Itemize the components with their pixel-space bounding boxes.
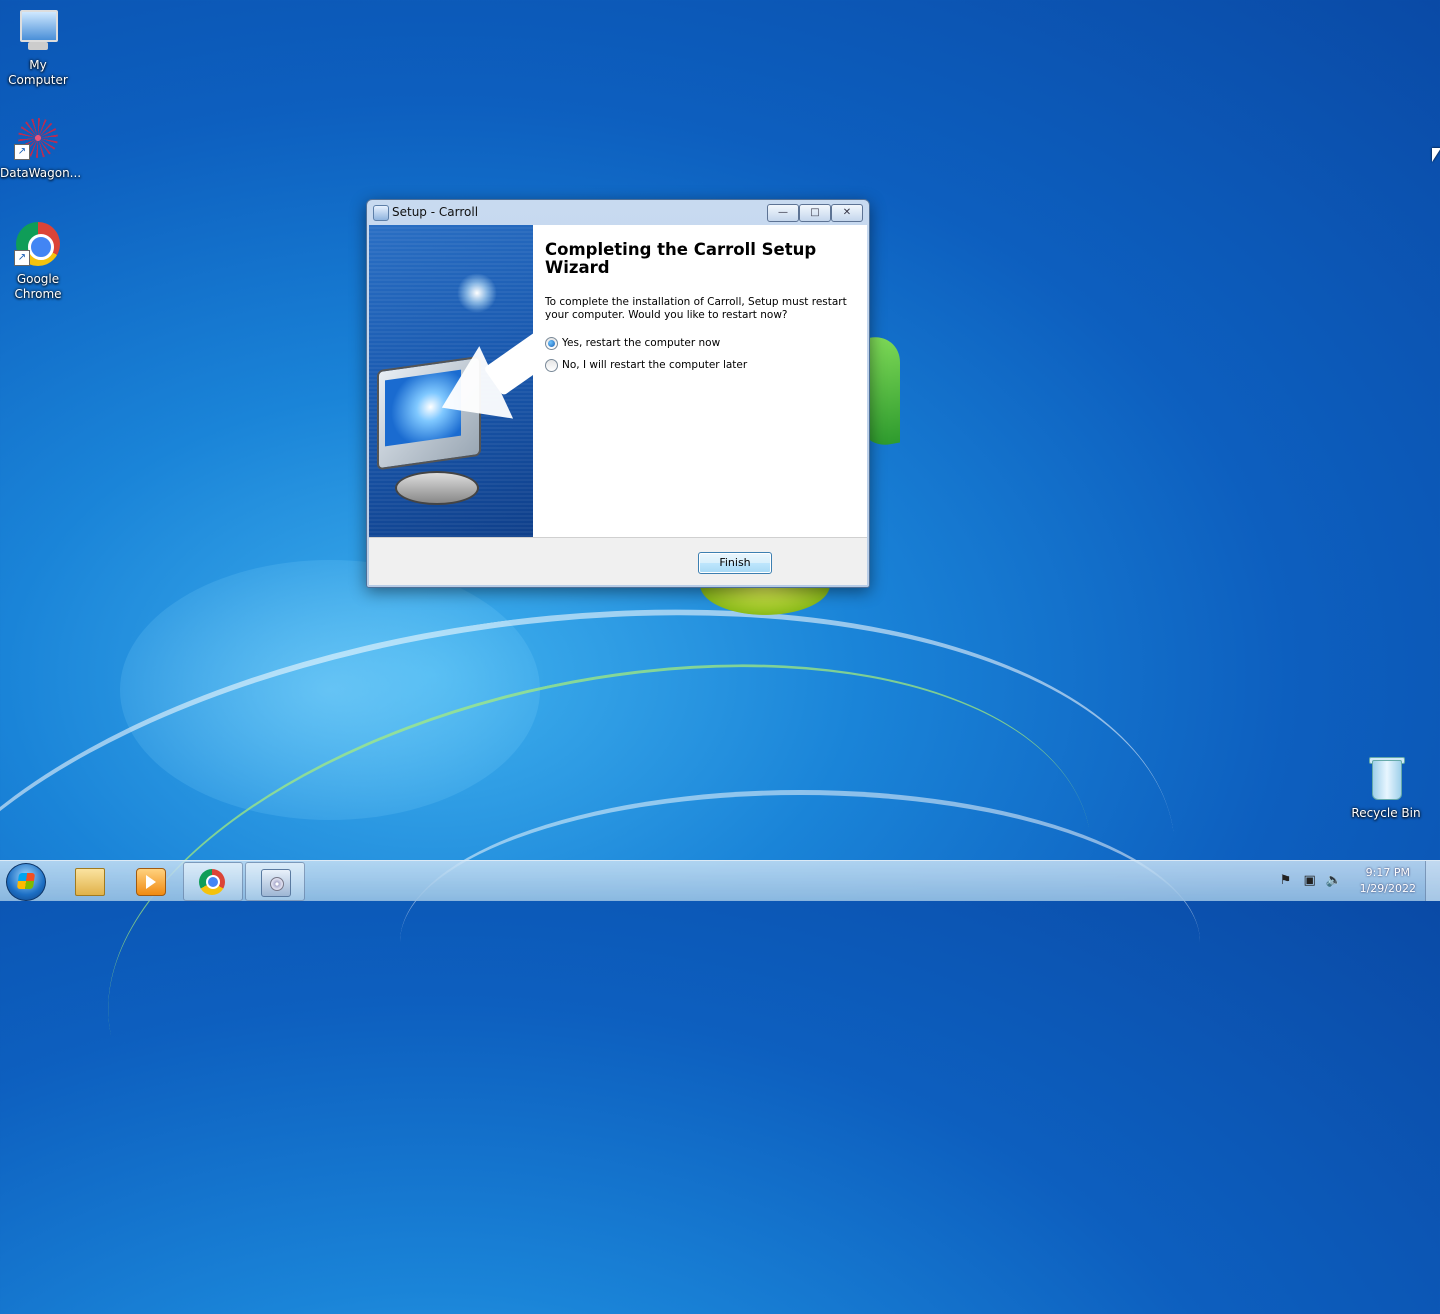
wizard-content-panel: Completing the Carroll Setup Wizard To c…	[533, 225, 867, 537]
wizard-heading: Completing the Carroll Setup Wizard	[545, 240, 817, 277]
desktop-icon-label: Recycle Bin	[1351, 806, 1421, 820]
dialog-client-area: Completing the Carroll Setup Wizard To c…	[369, 225, 867, 585]
desktop-icon-datawagon[interactable]: ↗ DataWagon...	[0, 116, 82, 181]
recycle-bin-icon	[1362, 756, 1410, 804]
close-button[interactable]: ✕	[831, 204, 863, 222]
mouse-cursor-icon	[1432, 148, 1440, 162]
clock-time: 9:17 PM	[1365, 866, 1410, 879]
finish-button[interactable]: Finish	[698, 552, 772, 574]
dialog-title-bar[interactable]: Setup - Carroll — □ ✕	[367, 200, 869, 225]
radio-restart-later[interactable]: No, I will restart the computer later	[545, 357, 747, 373]
radio-button-checked[interactable]	[545, 336, 558, 350]
desktop-icon-my-computer[interactable]: My Computer	[0, 8, 76, 88]
folder-icon	[75, 868, 105, 896]
system-clock[interactable]: 9:17 PM 1/29/2022	[1360, 865, 1416, 897]
media-player-icon	[136, 868, 166, 896]
wallpaper-swoosh-lower	[400, 790, 1200, 1095]
wallpaper-glow	[120, 560, 540, 820]
setup-dialog: Setup - Carroll — □ ✕ Completing the Car…	[366, 199, 870, 588]
datawagon-icon: ↗	[14, 116, 62, 164]
network-icon[interactable]: ▣	[1302, 873, 1318, 889]
clock-date: 1/29/2022	[1359, 882, 1416, 895]
show-desktop-button[interactable]	[1425, 861, 1440, 901]
taskbar-item-windows-explorer[interactable]	[60, 862, 118, 899]
system-tray: ⚑ ▣ 🔈 9:17 PM 1/29/2022	[1274, 861, 1416, 901]
desktop-icon-label: Computer	[8, 73, 68, 87]
shortcut-arrow-icon: ↗	[14, 144, 30, 160]
desktop-icon-label: Google	[16, 272, 60, 286]
taskbar: ⚑ ▣ 🔈 9:17 PM 1/29/2022	[0, 860, 1440, 901]
computer-icon	[14, 8, 62, 56]
desktop-icon-label: Chrome	[14, 287, 62, 301]
desktop-icon-label: DataWagon...	[0, 166, 82, 180]
dialog-title: Setup - Carroll	[392, 205, 479, 219]
action-center-flag-icon[interactable]: ⚑	[1278, 873, 1294, 889]
setup-app-icon	[261, 869, 291, 897]
setup-app-icon	[373, 205, 389, 221]
wizard-description: To complete the installation of Carroll,…	[545, 296, 847, 321]
dialog-separator	[369, 537, 867, 538]
windows-logo-icon	[16, 873, 36, 889]
taskbar-item-media-player[interactable]	[121, 862, 179, 899]
wizard-side-image	[369, 225, 533, 537]
chrome-icon: ↗	[14, 222, 62, 270]
minimize-button[interactable]: —	[767, 204, 799, 222]
start-button[interactable]	[6, 863, 46, 901]
desktop-icon-label: My	[29, 58, 47, 72]
shortcut-arrow-icon: ↗	[14, 250, 30, 266]
radio-label[interactable]: No, I will restart the computer later	[562, 358, 747, 372]
desktop-icon-recycle-bin[interactable]: Recycle Bin	[1348, 756, 1424, 821]
chrome-icon	[199, 869, 225, 895]
taskbar-item-google-chrome[interactable]	[183, 862, 243, 901]
radio-button-unchecked[interactable]	[545, 358, 558, 372]
wallpaper-flower	[700, 585, 830, 615]
desktop-icon-google-chrome[interactable]: ↗ Google Chrome	[0, 222, 76, 302]
maximize-button[interactable]: □	[799, 204, 831, 222]
taskbar-item-setup-carroll[interactable]	[245, 862, 305, 901]
volume-icon[interactable]: 🔈	[1326, 873, 1342, 889]
radio-restart-now[interactable]: Yes, restart the computer now	[545, 335, 720, 351]
radio-label[interactable]: Yes, restart the computer now	[562, 336, 720, 350]
